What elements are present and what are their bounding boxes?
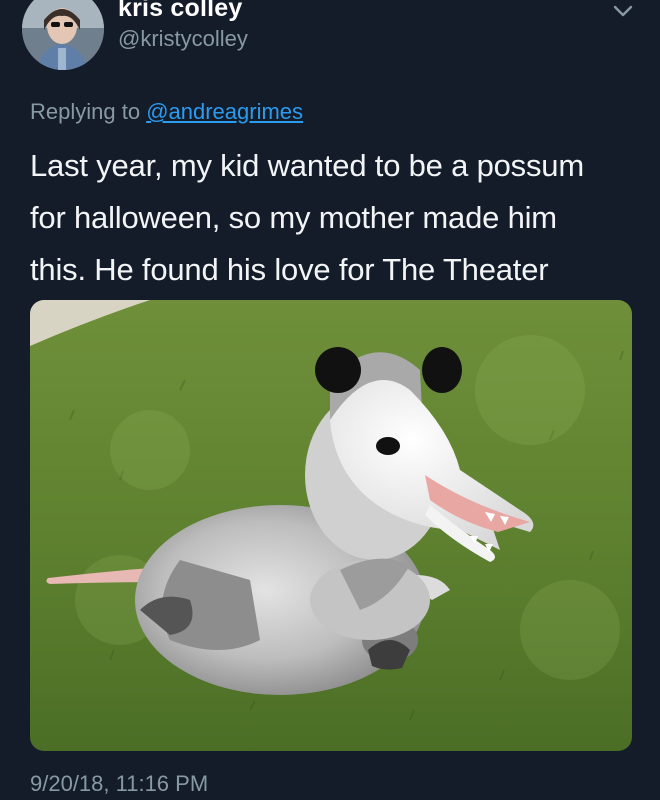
author-avatar[interactable] bbox=[22, 0, 104, 70]
tweet-text: Last year, my kid wanted to be a possum … bbox=[30, 140, 640, 296]
tweet-text-line: this. He found his love for The Theater bbox=[30, 252, 549, 287]
tweet-timestamp[interactable]: 9/20/18, 11:16 PM bbox=[30, 771, 208, 797]
tweet-text-line: for halloween, so my mother made him bbox=[30, 200, 557, 235]
reply-context: Replying to @andreagrimes bbox=[30, 99, 303, 125]
reply-to-handle-link[interactable]: @andreagrimes bbox=[146, 99, 303, 124]
chevron-down-icon bbox=[613, 5, 633, 17]
author-handle: @kristycolley bbox=[118, 26, 248, 51]
reply-prefix: Replying to bbox=[30, 99, 147, 124]
tweet-text-line: Last year, my kid wanted to be a possum bbox=[30, 148, 584, 183]
author-name[interactable]: kris colley bbox=[118, 0, 243, 23]
tweet-header: kris colley @kristycolley bbox=[0, 0, 660, 80]
tweet-photo[interactable] bbox=[30, 300, 632, 751]
more-options-button[interactable] bbox=[608, 0, 638, 24]
